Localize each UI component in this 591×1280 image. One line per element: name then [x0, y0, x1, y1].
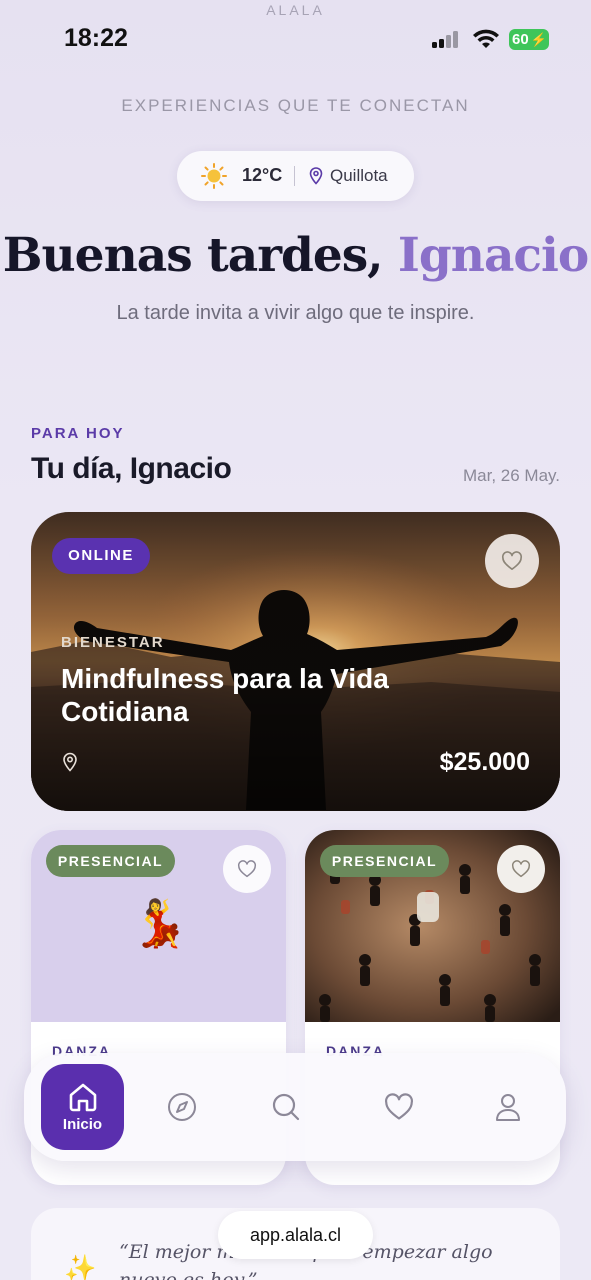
browser-url-bar[interactable]: app.alala.cl — [218, 1211, 373, 1259]
status-bar: 18:22 60 ⚡ — [0, 0, 591, 80]
favorite-button[interactable] — [497, 845, 545, 893]
nav-favorites[interactable] — [371, 1053, 427, 1161]
section-date: Mar, 26 May. — [463, 466, 560, 485]
heart-icon — [385, 1093, 413, 1120]
bottom-navigation: Inicio — [24, 1053, 566, 1161]
heart-icon — [238, 860, 256, 878]
greeting: Buenas tardes, Ignacio — [0, 228, 591, 283]
nav-home[interactable]: Inicio — [41, 1064, 124, 1150]
sun-icon — [201, 163, 227, 189]
compass-icon — [168, 1093, 196, 1121]
weather-pill[interactable]: 12°C Quillota — [177, 151, 414, 201]
greeting-subtitle: La tarde invita a vivir algo que te insp… — [116, 302, 475, 324]
heart-icon — [512, 860, 530, 878]
wifi-icon — [473, 29, 499, 48]
divider — [294, 166, 295, 186]
cellular-signal-icon — [432, 30, 462, 48]
online-badge: ONLINE — [52, 538, 150, 574]
nav-profile[interactable] — [480, 1053, 536, 1161]
favorite-button[interactable] — [223, 845, 271, 893]
city-name: Quillota — [330, 166, 388, 185]
nav-search[interactable] — [258, 1053, 314, 1161]
tagline: EXPERIENCIAS QUE TE CONECTAN — [121, 96, 470, 115]
user-icon — [496, 1094, 520, 1121]
status-time: 18:22 — [64, 24, 128, 52]
featured-category: BIENESTAR — [61, 634, 165, 651]
presencial-badge: PRESENCIAL — [46, 845, 175, 877]
search-icon — [272, 1093, 300, 1121]
presencial-badge: PRESENCIAL — [320, 845, 449, 877]
temperature: 12°C — [242, 165, 283, 185]
nav-home-label: Inicio — [62, 1115, 103, 1133]
location-pin-icon — [309, 167, 323, 185]
sparkles-icon: ✨ — [64, 1253, 97, 1280]
battery-level: 60 — [512, 31, 529, 48]
featured-title: Mindfulness para la Vida Cotidiana — [61, 663, 389, 727]
featured-experience-card[interactable]: ONLINE BIENESTAR Mindfulness para la Vid… — [31, 512, 560, 811]
location-pin-icon — [63, 752, 77, 772]
battery-icon: 60 ⚡ — [509, 29, 549, 50]
section-title: Tu día, Ignacio — [31, 452, 232, 485]
greeting-prefix: Buenas tardes, — [2, 228, 384, 283]
home-icon — [69, 1083, 96, 1111]
dancer-emoji: 💃 — [131, 897, 189, 949]
greeting-name: Ignacio — [397, 228, 589, 283]
section-kicker: PARA HOY — [31, 425, 125, 442]
favorite-button[interactable] — [485, 534, 539, 588]
heart-icon — [501, 551, 523, 570]
featured-price: $25.000 — [439, 748, 530, 776]
nav-explore[interactable] — [154, 1053, 210, 1161]
